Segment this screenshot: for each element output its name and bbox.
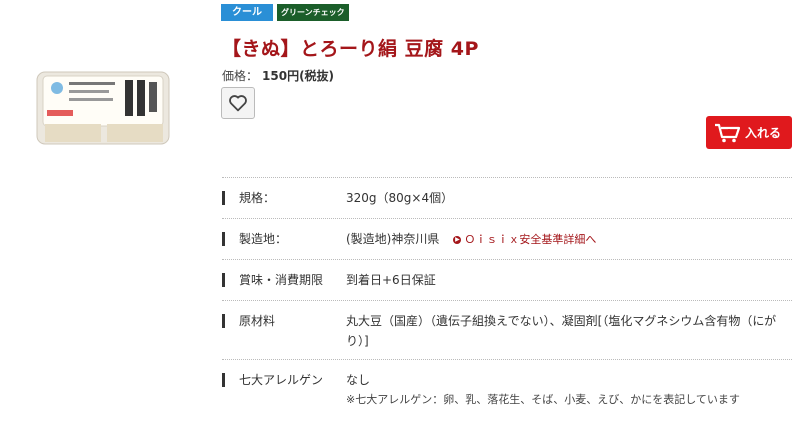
cart-button-label: 入れる	[745, 126, 782, 140]
spec-key: 七大アレルゲン	[222, 373, 323, 387]
spec-row-ingredients: 原材料 丸大豆（国産）（遺伝子組換えでない）、凝固剤[（塩化マグネシウム含有物（…	[222, 300, 792, 359]
spec-table: 規格： 320g（80g×4個） 製造地： (製造地)神奈川県 ▶ Ｏｉｓｉｘ安全基…	[222, 177, 792, 420]
spec-value: なし ※七大アレルゲン：卵、乳、落花生、そば、小麦、えび、かにを表記しています	[346, 370, 786, 410]
price-label: 価格：	[222, 69, 259, 83]
arrow-right-icon: ▶	[453, 236, 462, 244]
allergen-value: なし	[346, 373, 371, 387]
add-to-cart-button[interactable]: 入れる	[706, 116, 792, 149]
product-image	[35, 66, 175, 152]
safety-link-label: Ｏｉｓｉｘ安全基準詳細へ	[464, 233, 597, 246]
spec-key: 規格：	[222, 191, 275, 205]
spec-row-allergens: 七大アレルゲン なし ※七大アレルゲン：卵、乳、落花生、そば、小麦、えび、かにを…	[222, 359, 792, 420]
allergen-note: ※七大アレルゲン：卵、乳、落花生、そば、小麦、えび、かにを表記しています	[346, 393, 740, 406]
spec-row-size: 規格： 320g（80g×4個）	[222, 177, 792, 218]
spec-key: 賞味・消費期限	[222, 273, 323, 287]
origin-value: (製造地)神奈川県	[346, 232, 440, 246]
spec-key: 原材料	[222, 314, 275, 328]
spec-key: 製造地：	[222, 232, 287, 246]
heart-icon	[229, 95, 247, 112]
badge-group: クール グリーンチェック	[221, 4, 349, 21]
price-value: 150円(税抜)	[262, 69, 335, 83]
product-title: 【きぬ】とろーり絹 豆腐 4P	[222, 38, 479, 60]
spec-value: 丸大豆（国産）（遺伝子組換えでない）、凝固剤[（塩化マグネシウム含有物（にがり）…	[346, 314, 777, 348]
price: 価格： 150円(税抜)	[222, 67, 334, 84]
spec-row-expiry: 賞味・消費期限 到着日+6日保証	[222, 259, 792, 300]
cart-icon	[715, 123, 740, 142]
spec-row-origin: 製造地： (製造地)神奈川県 ▶ Ｏｉｓｉｘ安全基準詳細へ	[222, 218, 792, 259]
green-check-badge: グリーンチェック	[277, 4, 349, 21]
spec-value: (製造地)神奈川県 ▶ Ｏｉｓｉｘ安全基準詳細へ	[346, 229, 786, 250]
safety-standard-link[interactable]: ▶ Ｏｉｓｉｘ安全基準詳細へ	[453, 233, 596, 246]
spec-value: 到着日+6日保証	[346, 273, 436, 287]
cool-badge: クール	[221, 4, 273, 21]
spec-value: 320g（80g×4個）	[346, 191, 454, 205]
favorite-button[interactable]	[221, 87, 255, 119]
